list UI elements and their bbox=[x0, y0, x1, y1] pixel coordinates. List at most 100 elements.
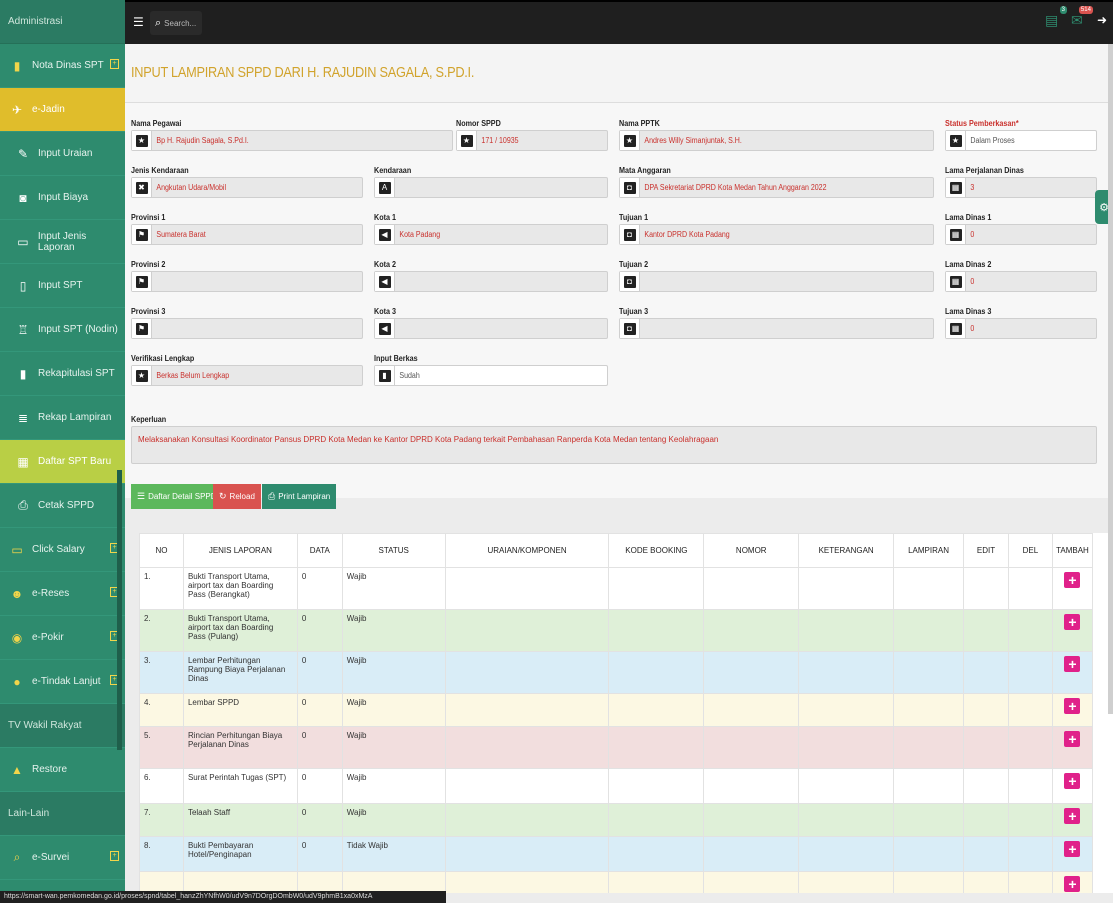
sidebar-item-rekap-lampiran[interactable]: ≣ Rekap Lampiran bbox=[0, 396, 125, 440]
cell-status: Tidak Wajib bbox=[341, 836, 446, 872]
verifikasi-field[interactable]: ★ Berkas Belum Lengkap bbox=[131, 365, 363, 386]
sidebar-item-input-uraian[interactable]: ✎ Input Uraian bbox=[0, 132, 125, 176]
reload-button[interactable]: ↻ Reload bbox=[213, 484, 261, 509]
col-header-tambah[interactable]: TAMBAH bbox=[1051, 533, 1094, 568]
sidebar-item-input-biaya[interactable]: ◙ Input Biaya bbox=[0, 176, 125, 220]
cell-data: 0 bbox=[296, 836, 343, 872]
cell-empty bbox=[963, 726, 1009, 769]
provinsi-2-field[interactable]: ⚑ bbox=[131, 271, 363, 292]
sidebar-item-click-salary[interactable]: ▭ Click Salary + bbox=[0, 528, 125, 572]
sidebar-item-input-spt[interactable]: ▯ Input SPT bbox=[0, 264, 125, 308]
comments-icon[interactable]: ✉ 514 bbox=[1071, 6, 1093, 28]
sidebar-item-label: Input SPT (Nodin) bbox=[38, 324, 118, 335]
cell-empty bbox=[608, 651, 705, 694]
col-header-data[interactable]: DATA bbox=[296, 533, 343, 568]
sidebar-item-e-tindak-lanjut[interactable]: ● e-Tindak Lanjut + bbox=[0, 660, 125, 704]
sidebar-item-nota-dinas-spt[interactable]: ▮ Nota Dinas SPT + bbox=[0, 44, 125, 88]
lama-1-field[interactable]: ▦ 0 bbox=[945, 224, 1097, 245]
add-icon[interactable]: + bbox=[1064, 572, 1081, 588]
tujuan-1-field[interactable]: ◘ Kantor DPRD Kota Padang bbox=[619, 224, 934, 245]
provinsi-3-field[interactable]: ⚑ bbox=[131, 318, 363, 339]
nomor-sppd-group: Nomor SPPD ★ 171 / 10935 bbox=[456, 117, 608, 151]
provinsi-1-field[interactable]: ⚑ Sumatera Barat bbox=[131, 224, 363, 245]
col-header-no[interactable]: NO bbox=[139, 533, 184, 568]
tujuan-2-field[interactable]: ◘ bbox=[619, 271, 934, 292]
kota-1-field[interactable]: ◀ Kota Padang bbox=[374, 224, 608, 245]
target-icon: ◉ bbox=[11, 630, 23, 645]
table-row: + bbox=[139, 871, 1094, 893]
sidebar-item-daftar-spt-baru[interactable]: ▦ Daftar SPT Baru bbox=[0, 440, 125, 484]
sidebar-item-e-jadin[interactable]: ✈ e-Jadin bbox=[0, 88, 125, 132]
nomor-sppd-field[interactable]: ★ 171 / 10935 bbox=[456, 130, 608, 151]
cell-empty bbox=[893, 726, 965, 769]
col-header-nomor[interactable]: NOMOR bbox=[703, 533, 800, 568]
cell-no: 8. bbox=[139, 836, 184, 872]
field-icon: ★ bbox=[135, 134, 148, 147]
jenis-kendaraan-field[interactable]: ✖ Angkutan Udara/Mobil bbox=[131, 177, 363, 198]
add-icon[interactable]: + bbox=[1064, 841, 1081, 857]
sidebar-item-label: e-Jadin bbox=[32, 104, 65, 115]
topbar: ☰ ⌕ Search... ▤ 3 ✉ 514 ➜ bbox=[125, 0, 1113, 44]
cell-jenis: Bukti Pembayaran Hotel/Penginapan bbox=[182, 836, 298, 872]
keperluan-field[interactable]: Melaksanakan Konsultasi Koordinator Pans… bbox=[131, 426, 1097, 464]
sidebar-item-rekapitulasi-spt[interactable]: ▮ Rekapitulasi SPT bbox=[0, 352, 125, 396]
col-header-jenis-laporan[interactable]: JENIS LAPORAN bbox=[182, 533, 298, 568]
add-icon[interactable]: + bbox=[1064, 773, 1081, 789]
sidebar-item-e-pokir[interactable]: ◉ e-Pokir + bbox=[0, 616, 125, 660]
col-header-uraian-komponen[interactable]: URAIAN/KOMPONEN bbox=[444, 533, 610, 568]
nomor-sppd-value: 171 / 10935 bbox=[481, 136, 519, 145]
cell-status: Wajib bbox=[341, 651, 446, 694]
status-field[interactable]: ★ Dalam Proses bbox=[945, 130, 1097, 151]
logout-icon[interactable]: ➜ bbox=[1097, 13, 1107, 27]
kota-2-field[interactable]: ◀ bbox=[374, 271, 608, 292]
add-icon[interactable]: + bbox=[1064, 808, 1081, 824]
sidebar-item-input-jenis-laporan[interactable]: ▭ Input Jenis Laporan bbox=[0, 220, 125, 264]
sidebar-item-input-spt-nodin[interactable]: ♖ Input SPT (Nodin) bbox=[0, 308, 125, 352]
jenis-kendaraan-value: Angkutan Udara/Mobil bbox=[156, 183, 227, 192]
field-icon: ⚑ bbox=[135, 322, 148, 335]
col-header-kode-booking[interactable]: KODE BOOKING bbox=[608, 533, 705, 568]
add-icon[interactable]: + bbox=[1064, 614, 1081, 630]
sidebar-item-e-reses[interactable]: ☻ e-Reses + bbox=[0, 572, 125, 616]
input-berkas-group: Input Berkas ▮ Sudah bbox=[374, 352, 608, 386]
tasks-icon[interactable]: ▤ 3 bbox=[1045, 6, 1067, 28]
col-header-del[interactable]: DEL bbox=[1007, 533, 1053, 568]
input-berkas-field[interactable]: ▮ Sudah bbox=[374, 365, 608, 386]
nama-pegawai-field[interactable]: ★ Bp H. Rajudin Sagala, S.Pd.I. bbox=[131, 130, 453, 151]
sidebar-item-restore[interactable]: ▲ Restore bbox=[0, 748, 125, 792]
kota-2-group: Kota 2 ◀ bbox=[374, 258, 608, 292]
sidebar-item-cetak-sppd[interactable]: ⎙ Cetak SPPD bbox=[0, 484, 125, 528]
page-scrollbar[interactable] bbox=[1108, 44, 1113, 714]
add-icon[interactable]: + bbox=[1064, 656, 1081, 672]
sidebar-item-label: Input SPT bbox=[38, 280, 83, 291]
daftar-detail-sppd-button[interactable]: ☰ Daftar Detail SPPD bbox=[131, 484, 223, 509]
mata-anggaran-field[interactable]: ◘ DPA Sekretariat DPRD Kota Medan Tahun A… bbox=[619, 177, 934, 198]
search-input[interactable]: Search... bbox=[164, 19, 196, 28]
print-lampiran-button[interactable]: ⎙ Print Lampiran bbox=[262, 484, 337, 509]
expand-icon[interactable]: + bbox=[110, 851, 119, 861]
lama-perjalanan-field[interactable]: ▦ 3 bbox=[945, 177, 1097, 198]
add-icon[interactable]: + bbox=[1064, 876, 1081, 892]
tujuan-3-field[interactable]: ◘ bbox=[619, 318, 934, 339]
nama-pptk-field[interactable]: ★ Andres Willy Simanjuntak, S.H. bbox=[619, 130, 934, 151]
add-icon[interactable]: + bbox=[1064, 698, 1081, 714]
col-header-status[interactable]: STATUS bbox=[341, 533, 446, 568]
kendaraan-field[interactable]: A bbox=[374, 177, 608, 198]
sidebar-scrollbar[interactable] bbox=[117, 470, 122, 750]
expand-icon[interactable]: + bbox=[110, 59, 119, 69]
search-box[interactable]: ⌕ Search... bbox=[150, 11, 202, 35]
sppd-form: Nama Pegawai ★ Bp H. Rajudin Sagala, S.Pd.… bbox=[125, 103, 1113, 509]
col-header-lampiran[interactable]: LAMPIRAN bbox=[893, 533, 965, 568]
users-icon: ☻ bbox=[10, 586, 24, 601]
lama-3-field[interactable]: ▦ 0 bbox=[945, 318, 1097, 339]
kota-3-field[interactable]: ◀ bbox=[374, 318, 608, 339]
cell-status: Wajib bbox=[341, 803, 446, 837]
col-header-edit[interactable]: EDIT bbox=[963, 533, 1009, 568]
col-header-keterangan[interactable]: KETERANGAN bbox=[798, 533, 895, 568]
cell-jenis bbox=[182, 871, 298, 893]
sidebar-item-e-survei[interactable]: ⌕ e-Survei + bbox=[0, 836, 125, 880]
menu-toggle-icon[interactable]: ☰ bbox=[133, 16, 145, 28]
lama-2-field[interactable]: ▦ 0 bbox=[945, 271, 1097, 292]
lama-2-label: Lama Dinas 2 bbox=[945, 260, 992, 269]
add-icon[interactable]: + bbox=[1064, 731, 1081, 747]
